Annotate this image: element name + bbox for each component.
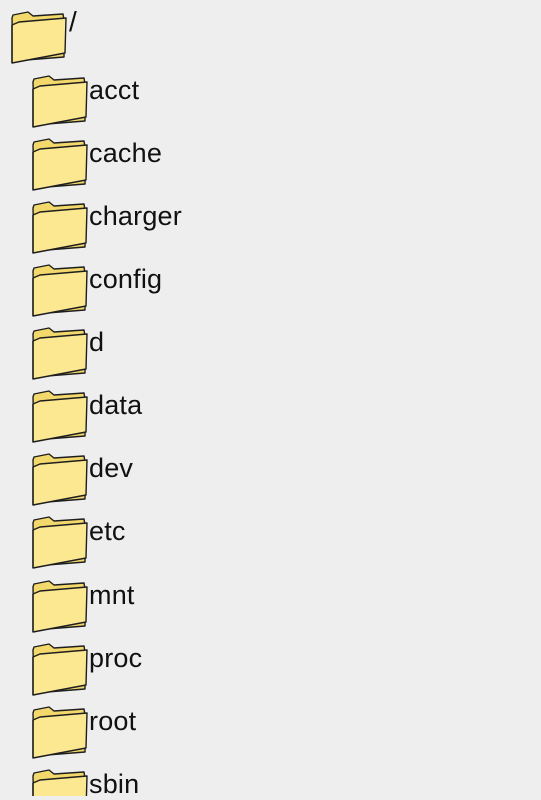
folder-icon [32,580,88,633]
tree-node-label: data [89,390,143,420]
bottom-edge [0,796,541,800]
folder-icon [32,201,88,254]
file-tree: / acct cache charger config d data dev e… [0,0,541,800]
folder-icon [32,138,88,191]
tree-node-config[interactable]: config [31,263,162,319]
tree-node-root-dir[interactable]: root [31,705,136,761]
tree-node-data[interactable]: data [31,389,142,445]
folder-icon [32,327,88,380]
tree-node-etc[interactable]: etc [31,515,126,571]
folder-icon [32,264,88,317]
tree-node-label: etc [89,516,126,546]
folder-icon [11,11,67,64]
folder-icon [32,453,88,506]
tree-node-dev[interactable]: dev [31,452,133,508]
tree-node-label: mnt [89,580,135,610]
tree-node-mnt[interactable]: mnt [31,579,135,635]
tree-node-cache[interactable]: cache [31,137,162,193]
tree-node-charger[interactable]: charger [31,200,182,256]
folder-icon [32,516,88,569]
folder-icon [32,390,88,443]
tree-node-label: cache [89,138,163,168]
tree-node-root[interactable]: / [10,6,77,66]
folder-icon [32,75,88,128]
tree-node-label: d [89,327,105,357]
folder-icon [32,643,88,696]
tree-node-label: / [69,6,77,37]
tree-node-proc[interactable]: proc [31,642,142,698]
tree-node-label: dev [89,453,134,483]
folder-icon [32,706,88,759]
tree-node-label: root [89,706,137,736]
tree-node-d[interactable]: d [31,326,104,382]
tree-node-label: config [89,264,163,294]
tree-node-acct[interactable]: acct [31,74,139,130]
tree-node-label: acct [89,75,140,105]
tree-node-label: charger [89,201,182,231]
tree-node-label: proc [89,643,143,673]
